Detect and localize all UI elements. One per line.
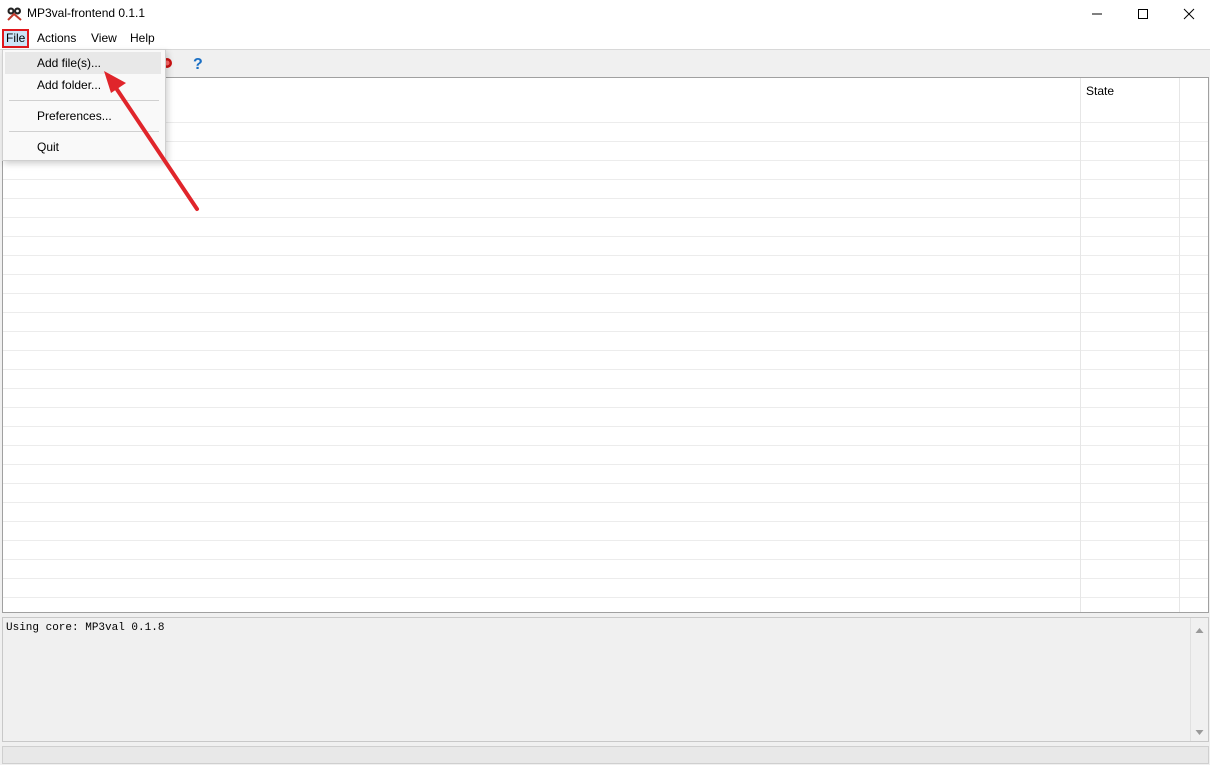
menu-actions[interactable]: Actions xyxy=(34,30,79,47)
title-bar: MP3val-frontend 0.1.1 xyxy=(0,0,1210,28)
menu-separator xyxy=(9,131,159,132)
menu-view[interactable]: View xyxy=(88,30,120,47)
app-window: MP3val-frontend 0.1.1 File Actions View … xyxy=(0,0,1210,765)
menu-help[interactable]: Help xyxy=(127,30,158,47)
toolbar: ? xyxy=(0,49,1210,78)
list-header: State xyxy=(3,78,1208,104)
window-title: MP3val-frontend 0.1.1 xyxy=(27,6,146,20)
log-panel[interactable]: Using core: MP3val 0.1.8 xyxy=(2,617,1209,742)
menu-item-add-folder[interactable]: Add folder... xyxy=(5,74,161,96)
menu-separator xyxy=(9,100,159,101)
menu-file[interactable]: File xyxy=(1,29,30,48)
column-header-state[interactable]: State xyxy=(1086,84,1114,98)
status-bar xyxy=(2,746,1209,764)
file-menu-dropdown: Add file(s)... Add folder... Preferences… xyxy=(2,49,166,161)
scroll-up-icon[interactable] xyxy=(1195,624,1204,633)
close-icon xyxy=(1183,8,1195,20)
scroll-down-icon[interactable] xyxy=(1195,726,1204,735)
column-divider[interactable] xyxy=(1179,78,1180,612)
svg-text:?: ? xyxy=(193,56,203,72)
list-rows xyxy=(3,104,1208,612)
minimize-button[interactable] xyxy=(1074,0,1120,28)
maximize-icon xyxy=(1137,8,1149,20)
menu-item-add-files[interactable]: Add file(s)... xyxy=(5,52,161,74)
menu-item-quit[interactable]: Quit xyxy=(5,136,161,158)
file-list[interactable]: State xyxy=(2,77,1209,613)
menu-bar: File Actions View Help xyxy=(0,28,1210,49)
log-text: Using core: MP3val 0.1.8 xyxy=(6,622,165,634)
log-scrollbar[interactable] xyxy=(1190,618,1208,741)
minimize-icon xyxy=(1091,8,1103,20)
help-icon[interactable]: ? xyxy=(189,54,207,72)
close-button[interactable] xyxy=(1166,0,1210,28)
column-divider[interactable] xyxy=(1080,78,1081,612)
app-icon xyxy=(6,5,23,22)
menu-item-preferences[interactable]: Preferences... xyxy=(5,105,161,127)
maximize-button[interactable] xyxy=(1120,0,1166,28)
